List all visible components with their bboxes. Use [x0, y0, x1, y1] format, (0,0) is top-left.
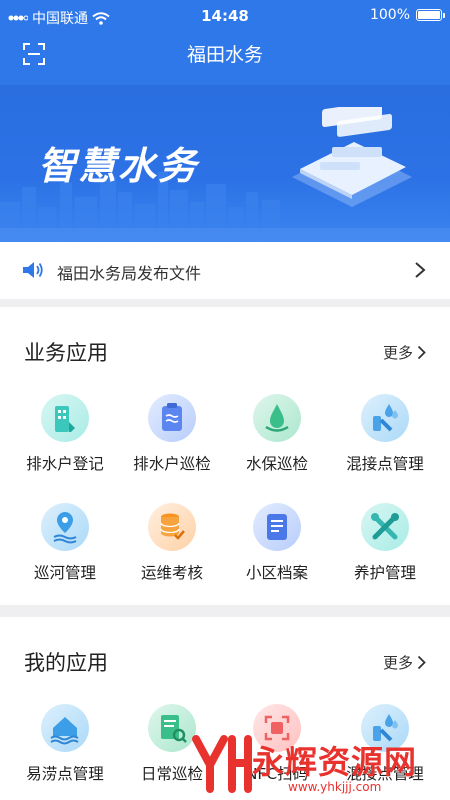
chevron-right-icon: [415, 262, 426, 278]
river-pin-icon: [41, 503, 89, 551]
app-item[interactable]: 易涝点管理: [9, 704, 121, 784]
tools-icon: [361, 503, 409, 551]
battery-icon: [416, 9, 445, 21]
watermark-text: 永辉资源网: [252, 743, 418, 781]
banner[interactable]: 智慧水务: [0, 85, 450, 242]
pipe-drops-icon: [361, 394, 409, 442]
chevron-right-icon: [417, 345, 426, 360]
speaker-icon: [23, 262, 43, 278]
app-item[interactable]: 小区档案: [221, 503, 333, 583]
top-bar: 中国联通 14:48 100% 福田水务: [0, 0, 450, 85]
more-button[interactable]: 更多: [383, 342, 426, 363]
notice-bar[interactable]: 福田水务局发布文件: [0, 242, 450, 299]
app-item[interactable]: 排水户巡检: [116, 394, 228, 474]
battery-percent: 100%: [369, 7, 410, 23]
water-drop-icon: [253, 394, 301, 442]
archive-icon: [253, 503, 301, 551]
building-icon: [41, 394, 89, 442]
more-button[interactable]: 更多: [383, 652, 426, 673]
app-item[interactable]: 巡河管理: [9, 503, 121, 583]
page-title: 福田水务: [186, 44, 263, 66]
clipboard-icon: [148, 394, 196, 442]
app-item[interactable]: 运维考核: [116, 503, 228, 583]
watermark-url: www.yhkjjj.com: [288, 780, 382, 794]
section-title: 业务应用: [24, 337, 118, 369]
chevron-right-icon: [417, 655, 426, 670]
app-item[interactable]: 养护管理: [329, 503, 441, 583]
app-item[interactable]: 混接点管理: [329, 394, 441, 474]
app-item[interactable]: 排水户登记: [9, 394, 121, 474]
business-apps-section: 业务应用 更多 排水户登记 排水户巡检 水保巡检 混接点管理 巡河管理 运维考核…: [0, 307, 450, 605]
database-check-icon: [148, 503, 196, 551]
notice-text: 福田水务局发布文件: [57, 264, 202, 283]
app-item[interactable]: 水保巡检: [221, 394, 333, 474]
banner-title: 智慧水务: [38, 144, 199, 188]
flood-house-icon: [41, 704, 89, 752]
phone-illustration: [292, 107, 412, 207]
section-title: 我的应用: [24, 647, 118, 679]
status-bar: 中国联通 14:48 100%: [0, 0, 450, 32]
